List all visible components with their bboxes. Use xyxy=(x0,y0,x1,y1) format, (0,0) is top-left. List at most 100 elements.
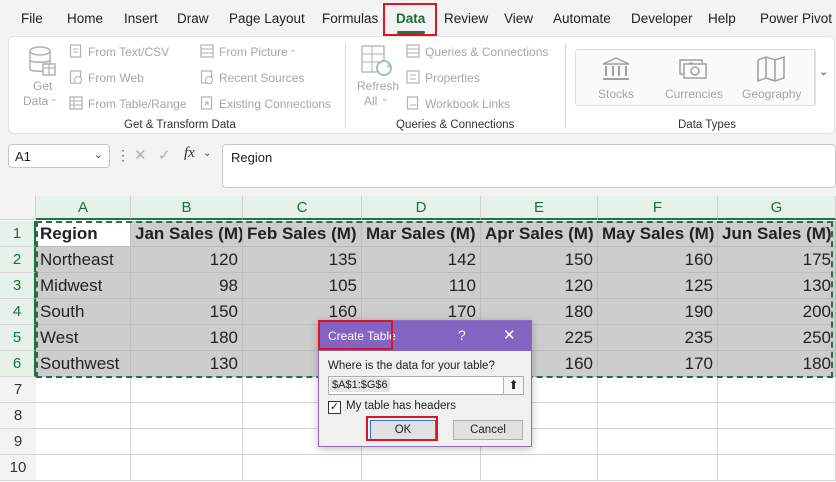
cell-f6[interactable]: 170 xyxy=(598,351,718,377)
cell-a5[interactable]: West xyxy=(36,325,131,351)
help-icon[interactable]: ? xyxy=(458,327,466,343)
cell-b10[interactable] xyxy=(131,455,243,481)
cell-b4[interactable]: 150 xyxy=(131,299,243,325)
row-header-3[interactable]: 3 xyxy=(0,273,36,299)
cell-g2[interactable]: 175 xyxy=(718,247,836,273)
column-header-c[interactable]: C xyxy=(243,196,362,220)
cancel-button[interactable]: Cancel xyxy=(453,420,523,440)
cell-a4[interactable]: South xyxy=(36,299,131,325)
cell-c10[interactable] xyxy=(243,455,362,481)
cell-a1[interactable]: Region xyxy=(36,221,131,247)
tab-formulas[interactable]: Formulas xyxy=(322,11,378,26)
recent-sources-button[interactable]: Recent Sources xyxy=(219,71,304,85)
cell-e2[interactable]: 150 xyxy=(481,247,598,273)
cell-a10[interactable] xyxy=(36,455,131,481)
existing-connections-button[interactable]: Existing Connections xyxy=(219,97,331,111)
cell-g1[interactable]: Jun Sales (M) xyxy=(718,221,836,247)
tab-draw[interactable]: Draw xyxy=(177,11,209,26)
row-header-6[interactable]: 6 xyxy=(0,351,36,377)
row-header-2[interactable]: 2 xyxy=(0,247,36,273)
cell-g9[interactable] xyxy=(718,429,836,455)
tab-help[interactable]: Help xyxy=(708,11,736,26)
column-header-d[interactable]: D xyxy=(362,196,481,220)
cell-a3[interactable]: Midwest xyxy=(36,273,131,299)
row-header-10[interactable]: 10 xyxy=(0,455,36,481)
cell-a6[interactable]: Southwest xyxy=(36,351,131,377)
cell-g7[interactable] xyxy=(718,377,836,403)
tab-view[interactable]: View xyxy=(504,11,533,26)
cell-a2[interactable]: Northeast xyxy=(36,247,131,273)
name-box[interactable]: A1 ⌄ xyxy=(8,144,110,168)
cell-f2[interactable]: 160 xyxy=(598,247,718,273)
cell-f10[interactable] xyxy=(598,455,718,481)
cell-g10[interactable] xyxy=(718,455,836,481)
from-text-csv-button[interactable]: From Text/CSV xyxy=(88,45,169,59)
cell-c3[interactable]: 105 xyxy=(243,273,362,299)
cell-g5[interactable]: 250 xyxy=(718,325,836,351)
cell-b3[interactable]: 98 xyxy=(131,273,243,299)
column-header-a[interactable]: A xyxy=(36,196,131,220)
from-picture-button[interactable]: From Picture xyxy=(219,45,288,59)
cell-b1[interactable]: Jan Sales (M) xyxy=(131,221,243,247)
cell-f1[interactable]: May Sales (M) xyxy=(598,221,718,247)
row-header-8[interactable]: 8 xyxy=(0,403,36,429)
tab-home[interactable]: Home xyxy=(67,11,103,26)
cell-d3[interactable]: 110 xyxy=(362,273,481,299)
row-header-9[interactable]: 9 xyxy=(0,429,36,455)
cell-g6[interactable]: 180 xyxy=(718,351,836,377)
cell-c1[interactable]: Feb Sales (M) xyxy=(243,221,362,247)
close-icon[interactable]: ✕ xyxy=(503,326,516,344)
cell-d2[interactable]: 142 xyxy=(362,247,481,273)
column-header-e[interactable]: E xyxy=(481,196,598,220)
cancel-entry-icon[interactable]: ✕ xyxy=(134,146,147,164)
confirm-entry-icon[interactable]: ✓ xyxy=(158,146,171,164)
column-header-b[interactable]: B xyxy=(131,196,243,220)
cell-b8[interactable] xyxy=(131,403,243,429)
tab-file[interactable]: File xyxy=(21,11,43,26)
properties-button[interactable]: Properties xyxy=(425,71,480,85)
cell-b2[interactable]: 120 xyxy=(131,247,243,273)
cell-e10[interactable] xyxy=(481,455,598,481)
tab-developer[interactable]: Developer xyxy=(631,11,693,26)
cell-d1[interactable]: Mar Sales (M) xyxy=(362,221,481,247)
insert-function-icon[interactable]: fx xyxy=(184,145,195,162)
cell-f8[interactable] xyxy=(598,403,718,429)
cell-a9[interactable] xyxy=(36,429,131,455)
cell-a7[interactable] xyxy=(36,377,131,403)
cell-b7[interactable] xyxy=(131,377,243,403)
workbook-links-button[interactable]: Workbook Links xyxy=(425,97,510,111)
tab-automate[interactable]: Automate xyxy=(553,11,611,26)
cell-b6[interactable]: 130 xyxy=(131,351,243,377)
cell-b5[interactable]: 180 xyxy=(131,325,243,351)
cell-g4[interactable]: 200 xyxy=(718,299,836,325)
more-options-icon[interactable]: ⋮ xyxy=(116,147,130,164)
cell-f9[interactable] xyxy=(598,429,718,455)
cell-f4[interactable]: 190 xyxy=(598,299,718,325)
formula-input[interactable]: Region xyxy=(222,144,836,188)
cell-f5[interactable]: 235 xyxy=(598,325,718,351)
cell-g8[interactable] xyxy=(718,403,836,429)
tab-review[interactable]: Review xyxy=(444,11,488,26)
cell-e1[interactable]: Apr Sales (M) xyxy=(481,221,598,247)
tab-insert[interactable]: Insert xyxy=(124,11,158,26)
headers-checkbox[interactable]: ✓ xyxy=(328,401,341,414)
collapse-dialog-icon[interactable]: ⬆ xyxy=(503,377,523,394)
cell-e3[interactable]: 120 xyxy=(481,273,598,299)
cell-g3[interactable]: 130 xyxy=(718,273,836,299)
range-input[interactable]: $A$1:$G$6 ⬆ xyxy=(328,376,524,395)
cell-f3[interactable]: 125 xyxy=(598,273,718,299)
from-table-range-button[interactable]: From Table/Range xyxy=(88,97,187,111)
column-header-g[interactable]: G xyxy=(718,196,836,220)
cell-a8[interactable] xyxy=(36,403,131,429)
from-web-button[interactable]: From Web xyxy=(88,71,144,85)
row-header-1[interactable]: 1 xyxy=(0,221,36,247)
column-header-f[interactable]: F xyxy=(598,196,718,220)
cell-d10[interactable] xyxy=(362,455,481,481)
tab-page-layout[interactable]: Page Layout xyxy=(229,11,305,26)
cell-c2[interactable]: 135 xyxy=(243,247,362,273)
cell-b9[interactable] xyxy=(131,429,243,455)
select-all-corner[interactable] xyxy=(0,196,36,220)
tab-power-pivot[interactable]: Power Pivot xyxy=(760,11,832,26)
gallery-more-button[interactable]: ⌄ xyxy=(814,49,832,106)
row-header-5[interactable]: 5 xyxy=(0,325,36,351)
